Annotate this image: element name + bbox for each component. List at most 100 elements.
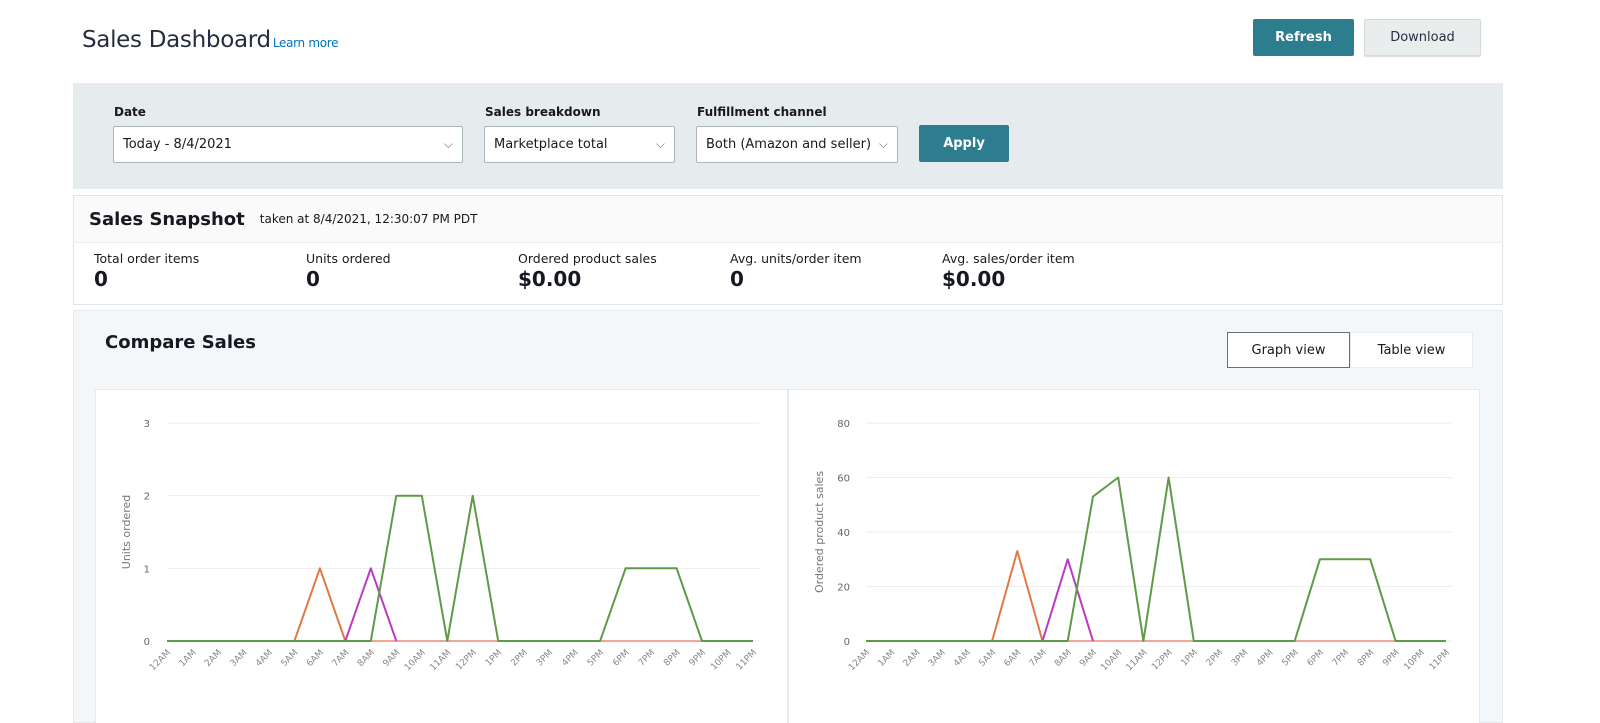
- x-tick-label: 6PM: [611, 648, 631, 668]
- x-tick-label: 3AM: [229, 648, 250, 669]
- x-tick-label: 2AM: [203, 648, 224, 669]
- series-line-comparison-green: [866, 476, 1446, 642]
- x-tick-label: 1PM: [1179, 648, 1199, 668]
- x-tick-label: 5AM: [977, 648, 998, 669]
- metric-value: $0.00: [942, 267, 1006, 291]
- y-tick-label: 1: [144, 564, 150, 575]
- y-tick-label: 0: [144, 637, 150, 648]
- x-tick-label: 1AM: [876, 648, 897, 669]
- chevron-down-icon: ⌵: [443, 137, 453, 151]
- page-title-text: Sales Dashboard: [82, 27, 271, 53]
- sales-snapshot-title: Sales Snapshot: [89, 208, 245, 230]
- x-tick-label: 9AM: [1078, 648, 1099, 669]
- x-tick-label: 7AM: [1028, 648, 1049, 669]
- x-tick-label: 9PM: [688, 648, 708, 668]
- metrics-row: Total order items 0 Units ordered 0 Orde…: [73, 243, 1503, 305]
- series-line-today-orange: [866, 550, 1044, 642]
- refresh-button[interactable]: Refresh: [1253, 19, 1354, 56]
- metric-label: Units ordered: [306, 251, 391, 266]
- x-tick-label: 11PM: [1428, 648, 1453, 673]
- y-tick-label: 2: [144, 492, 150, 503]
- x-tick-label: 6AM: [1002, 648, 1023, 669]
- x-tick-label: 4AM: [952, 648, 973, 669]
- x-tick-label: 10AM: [403, 648, 428, 673]
- fulfillment-channel-label: Fulfillment channel: [697, 105, 827, 119]
- fulfillment-channel-select[interactable]: Both (Amazon and seller) ⌵: [696, 126, 898, 163]
- page-title: Sales Dashboard Learn more: [82, 27, 339, 53]
- y-axis-title: Units ordered: [120, 495, 133, 569]
- units-ordered-chart-svg: 0123Units ordered12AM 1AM 2AM 3AM 4AM 5AM 6AM 7…: [120, 419, 760, 673]
- x-tick-label: 4PM: [1255, 648, 1275, 668]
- filter-bar: Date Today - 8/4/2021 ⌵ Sales breakdown …: [73, 83, 1503, 189]
- download-button[interactable]: Download: [1364, 19, 1481, 56]
- apply-button[interactable]: Apply: [919, 125, 1009, 162]
- graph-view-toggle[interactable]: Graph view: [1227, 332, 1350, 368]
- x-tick-label: 11AM: [428, 648, 453, 673]
- x-tick-label: 2AM: [902, 648, 923, 669]
- y-tick-label: 80: [837, 419, 850, 430]
- x-tick-label: 9AM: [381, 648, 402, 669]
- metric-avg-units-per-order-item: Avg. units/order item 0: [730, 251, 862, 291]
- x-tick-label: 10PM: [1402, 648, 1427, 673]
- chevron-down-icon: ⌵: [878, 137, 888, 151]
- y-tick-label: 40: [837, 528, 850, 539]
- x-tick-label: 8PM: [662, 648, 682, 668]
- x-tick-label: 3AM: [927, 648, 948, 669]
- x-tick-label: 11AM: [1124, 648, 1149, 673]
- metric-ordered-product-sales: Ordered product sales $0.00: [518, 251, 657, 291]
- series-line-comparison-purple: [344, 567, 398, 642]
- x-tick-label: 2PM: [1205, 648, 1225, 668]
- x-tick-label: 5PM: [586, 648, 606, 668]
- sales-snapshot-header: Sales Snapshot taken at 8/4/2021, 12:30:…: [73, 195, 1503, 243]
- x-tick-label: 7PM: [1331, 648, 1351, 668]
- x-tick-label: 7PM: [637, 648, 657, 668]
- x-tick-label: 7AM: [330, 648, 351, 669]
- metric-total-order-items: Total order items 0: [94, 251, 199, 291]
- metric-label: Total order items: [94, 251, 200, 266]
- x-tick-label: 10AM: [1099, 648, 1124, 673]
- y-tick-label: 60: [837, 474, 850, 485]
- snapshot-timestamp: taken at 8/4/2021, 12:30:07 PM PDT: [259, 212, 478, 226]
- y-tick-label: 3: [144, 419, 150, 430]
- metric-value: $0.00: [518, 267, 582, 291]
- metric-value: 0: [306, 267, 320, 291]
- x-tick-label: 11PM: [735, 648, 760, 673]
- sales-breakdown-select[interactable]: Marketplace total ⌵: [484, 126, 675, 163]
- x-tick-label: 5AM: [280, 648, 301, 669]
- x-tick-label: 4AM: [254, 648, 275, 669]
- y-tick-label: 0: [844, 637, 850, 648]
- metric-units-ordered: Units ordered 0: [306, 251, 391, 291]
- sales-breakdown-value: Marketplace total: [494, 137, 608, 152]
- x-tick-label: 9PM: [1381, 648, 1401, 668]
- x-tick-label: 8PM: [1356, 648, 1376, 668]
- y-tick-label: 20: [837, 583, 850, 594]
- x-tick-label: 10PM: [709, 648, 734, 673]
- x-tick-label: 1AM: [178, 648, 199, 669]
- x-tick-label: 2PM: [509, 648, 529, 668]
- date-label: Date: [114, 105, 146, 119]
- date-select[interactable]: Today - 8/4/2021 ⌵: [113, 126, 463, 163]
- x-tick-label: 12PM: [1150, 648, 1175, 673]
- metric-value: 0: [730, 267, 744, 291]
- chevron-down-icon: ⌵: [655, 137, 665, 151]
- x-tick-label: 3PM: [535, 648, 555, 668]
- metric-label: Avg. units/order item: [730, 251, 862, 266]
- metric-avg-sales-per-order-item: Avg. sales/order item $0.00: [942, 251, 1075, 291]
- x-tick-label: 8AM: [356, 648, 377, 669]
- compare-sales-section: Compare Sales Graph view Table view 0 1 2 3…: [73, 310, 1503, 723]
- units-ordered-chart: 0 1 2 3 Units ordered 12AM 1AM 2AM 3AM 4AM 5AM 6AM 7…: [95, 389, 788, 723]
- metric-value: 0: [94, 267, 108, 291]
- x-tick-label: 12AM: [847, 648, 872, 673]
- learn-more-link[interactable]: Learn more: [273, 36, 339, 50]
- x-tick-label: 6AM: [305, 648, 326, 669]
- table-view-toggle[interactable]: Table view: [1350, 332, 1473, 368]
- x-tick-label: 5PM: [1280, 648, 1300, 668]
- x-tick-label: 1PM: [484, 648, 504, 668]
- x-tick-label: 12AM: [148, 648, 173, 673]
- sales-breakdown-label: Sales breakdown: [485, 105, 601, 119]
- x-tick-label: 6PM: [1306, 648, 1326, 668]
- compare-sales-title: Compare Sales: [105, 332, 256, 353]
- date-select-value: Today - 8/4/2021: [123, 137, 232, 152]
- fulfillment-channel-value: Both (Amazon and seller): [706, 137, 872, 152]
- x-tick-label: 8AM: [1053, 648, 1074, 669]
